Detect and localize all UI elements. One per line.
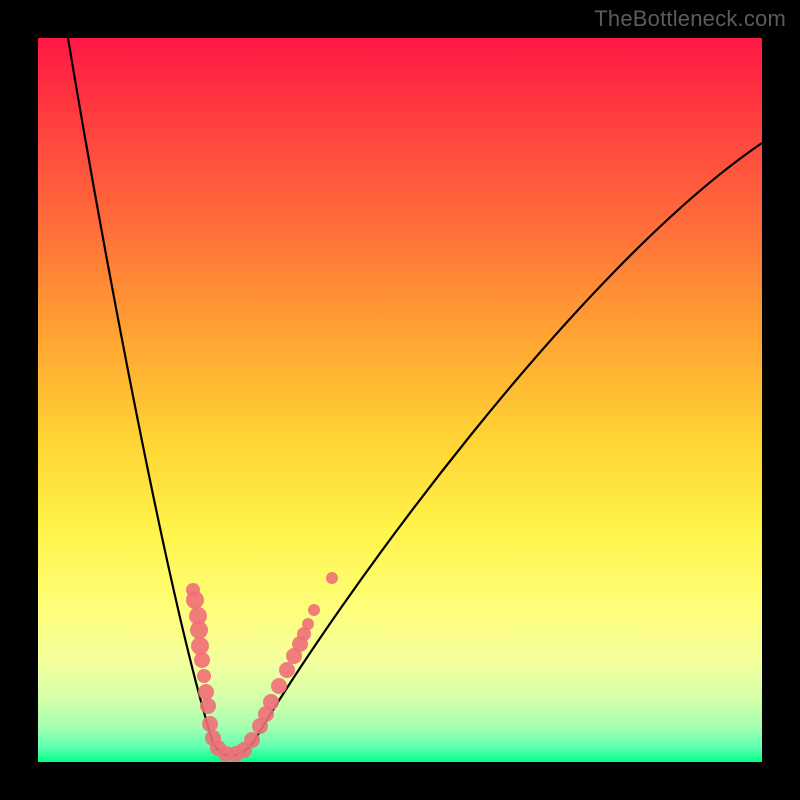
plot-area (38, 38, 762, 762)
data-marker (263, 694, 279, 710)
data-marker (279, 662, 295, 678)
bottleneck-curve (68, 38, 762, 756)
data-marker (186, 591, 204, 609)
data-marker (326, 572, 338, 584)
data-marker (194, 652, 210, 668)
data-marker (244, 732, 260, 748)
curve-layer (38, 38, 762, 762)
watermark-text: TheBottleneck.com (594, 6, 786, 32)
data-markers (186, 572, 338, 762)
data-marker (198, 684, 214, 700)
data-marker (271, 678, 287, 694)
data-marker (200, 698, 216, 714)
data-marker (190, 621, 208, 639)
data-marker (308, 604, 320, 616)
data-marker (197, 669, 211, 683)
data-marker (302, 618, 314, 630)
data-marker (202, 716, 218, 732)
chart-frame: TheBottleneck.com (0, 0, 800, 800)
